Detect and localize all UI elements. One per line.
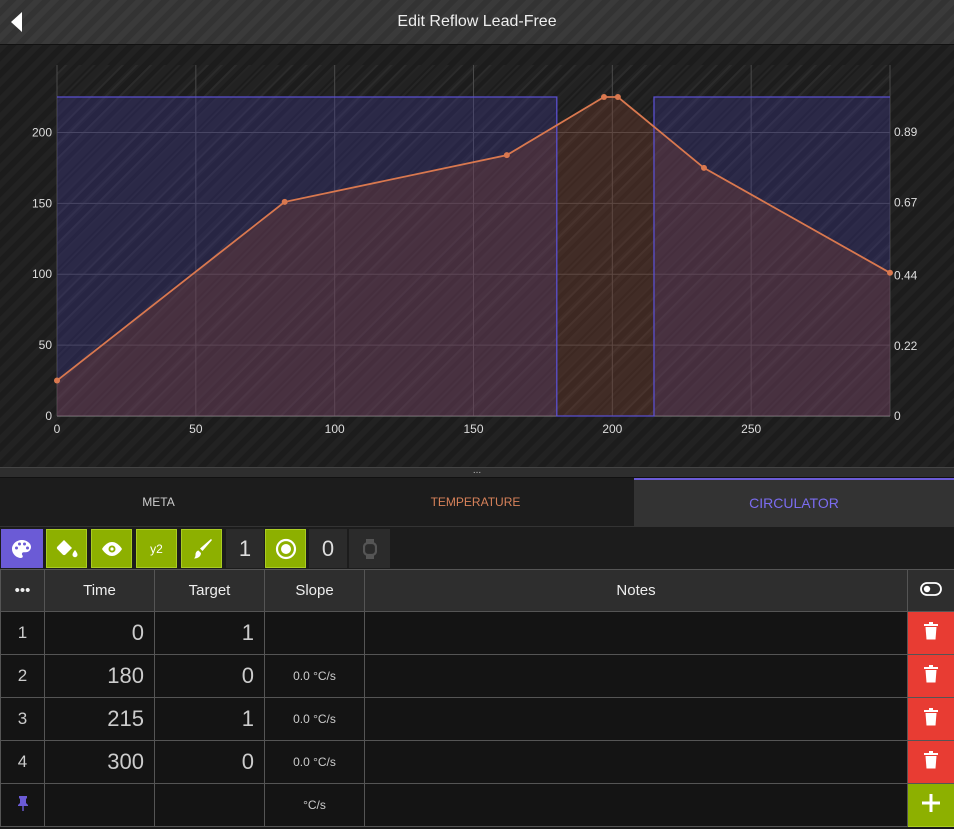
target-cell[interactable]: 0	[154, 654, 265, 698]
eye-icon	[101, 541, 122, 556]
delete-row-button[interactable]	[907, 740, 954, 784]
temperature-point	[281, 198, 288, 205]
slope-cell	[264, 611, 365, 655]
row-index: 4	[0, 740, 45, 784]
pin-button[interactable]	[0, 783, 45, 827]
tab-circulator[interactable]: CIRCULATOR	[634, 478, 954, 526]
delete-row-button[interactable]	[907, 611, 954, 655]
time-cell[interactable]: 180	[44, 654, 155, 698]
fill-bucket-button[interactable]	[46, 529, 87, 568]
y-tick-label-left: 150	[32, 196, 52, 210]
temperature-point	[601, 94, 608, 100]
time-cell[interactable]: 0	[44, 611, 155, 655]
slope-cell: 0.0 °C/s	[264, 697, 365, 741]
brush-icon	[193, 538, 212, 558]
trash-icon	[924, 621, 938, 639]
trash-icon	[924, 750, 938, 768]
temperature-point	[700, 164, 707, 171]
x-tick-label: 0	[54, 422, 61, 436]
panel-splitter[interactable]: ...	[0, 466, 954, 478]
pin-icon	[17, 795, 28, 811]
record-button[interactable]	[265, 529, 306, 568]
table-header-row: ••• Time Target Slope Notes	[0, 569, 954, 612]
notes-cell[interactable]	[364, 654, 908, 698]
watch-button[interactable]	[349, 529, 390, 568]
y-tick-label-left: 0	[45, 409, 52, 423]
table-row: 2 180 0 0.0 °C/s	[0, 654, 954, 698]
x-tick-label: 100	[325, 422, 345, 436]
temperature-point	[54, 377, 60, 384]
row-index: 3	[0, 697, 45, 741]
tab-temperature[interactable]: TEMPERATURE	[317, 478, 634, 526]
record-icon	[275, 538, 296, 559]
column-header-time: Time	[44, 569, 155, 612]
page-title: Edit Reflow Lead-Free	[397, 13, 557, 30]
new-row: °C/s	[0, 783, 954, 827]
time-cell[interactable]: 215	[44, 697, 155, 741]
tab-bar: META TEMPERATURE CIRCULATOR	[0, 478, 954, 526]
table-row: 1 0 1	[0, 611, 954, 655]
column-header-target: Target	[154, 569, 265, 612]
new-notes-cell[interactable]	[364, 783, 908, 827]
table-row: 4 300 0 0.0 °C/s	[0, 740, 954, 784]
temperature-point	[887, 269, 893, 276]
chart-svg: 0 50 100 150 200 250 0 50 100 150 200 0 0.22 0.44 0.67…	[32, 65, 918, 436]
y-tick-label-right: 0.22	[894, 339, 918, 353]
table-row: 3 215 1 0.0 °C/s	[0, 697, 954, 741]
y-tick-label-right: 0.44	[894, 269, 918, 283]
palette-button[interactable]	[1, 529, 43, 568]
profile-chart[interactable]: 0 50 100 150 200 250 0 50 100 150 200 0 0.22 0.44 0.67…	[0, 45, 954, 467]
x-tick-label: 50	[189, 422, 203, 436]
count-b-display: 0	[309, 529, 347, 568]
y-tick-label-left: 50	[39, 338, 53, 352]
target-cell[interactable]: 1	[154, 611, 265, 655]
y2-axis-button[interactable]: y2	[136, 529, 177, 568]
x-tick-label: 200	[602, 422, 622, 436]
new-slope-cell: °C/s	[264, 783, 365, 827]
delete-row-button[interactable]	[907, 697, 954, 741]
trash-icon	[924, 664, 938, 682]
add-row-button[interactable]	[907, 783, 954, 827]
brush-button[interactable]	[181, 529, 222, 568]
y-tick-label-left: 200	[32, 125, 52, 139]
y-tick-label-right: 0.89	[894, 125, 918, 139]
fill-bucket-icon	[56, 539, 77, 557]
count-a-display: 1	[226, 529, 264, 568]
visibility-button[interactable]	[91, 529, 132, 568]
watch-icon	[362, 538, 377, 559]
title-bar: Edit Reflow Lead-Free	[0, 0, 954, 45]
x-tick-label: 150	[463, 422, 483, 436]
slope-cell: 0.0 °C/s	[264, 654, 365, 698]
notes-cell[interactable]	[364, 740, 908, 784]
time-cell[interactable]: 300	[44, 740, 155, 784]
temperature-point	[503, 152, 510, 159]
temperature-point	[614, 94, 621, 100]
y-tick-label-right: 0	[894, 409, 901, 423]
palette-icon	[12, 539, 31, 558]
row-index: 2	[0, 654, 45, 698]
target-cell[interactable]: 0	[154, 740, 265, 784]
toggle-button[interactable]	[907, 569, 954, 612]
toggle-icon	[920, 581, 942, 596]
circulator-table: ••• Time Target Slope Notes 1 0 1 2 180 …	[0, 569, 954, 827]
chart-fills	[57, 97, 890, 416]
y-tick-label-right: 0.67	[894, 195, 918, 209]
delete-row-button[interactable]	[907, 654, 954, 698]
notes-cell[interactable]	[364, 697, 908, 741]
column-header-notes: Notes	[364, 569, 908, 612]
target-cell[interactable]: 1	[154, 697, 265, 741]
y-tick-label-left: 100	[32, 267, 52, 281]
new-time-cell[interactable]	[44, 783, 155, 827]
new-target-cell[interactable]	[154, 783, 265, 827]
x-tick-label: 250	[741, 422, 761, 436]
tab-meta[interactable]: META	[0, 478, 317, 526]
toolbar: y2 1 0	[0, 526, 954, 569]
trash-icon	[924, 707, 938, 725]
slope-cell: 0.0 °C/s	[264, 740, 365, 784]
column-header-slope: Slope	[264, 569, 365, 612]
plus-icon	[922, 793, 940, 812]
notes-cell[interactable]	[364, 611, 908, 655]
row-index: 1	[0, 611, 45, 655]
row-menu-button[interactable]: •••	[0, 569, 45, 612]
